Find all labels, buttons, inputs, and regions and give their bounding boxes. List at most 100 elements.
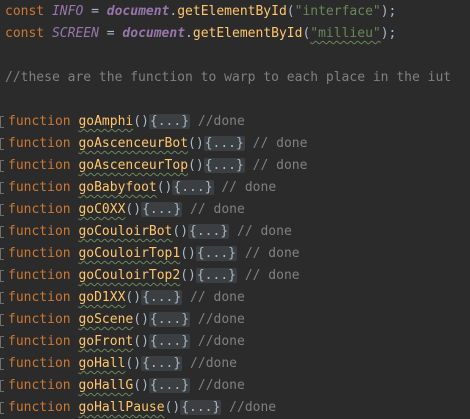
function-name: goAmphi: [78, 114, 134, 129]
function-keyword: function: [8, 224, 71, 239]
parens: (): [133, 378, 149, 393]
parens: (): [188, 158, 204, 173]
fold-marker-icon[interactable]: [0, 160, 4, 172]
constant-name: SCREEN: [51, 26, 99, 41]
function-line-goAscenceurBot[interactable]: function goAscenceurBot(){...} // done: [0, 133, 470, 155]
folded-body[interactable]: {...}: [188, 224, 230, 239]
parens: (): [180, 246, 196, 261]
fold-marker-icon[interactable]: [0, 248, 4, 260]
folded-body[interactable]: {...}: [195, 246, 237, 261]
done-comment: //done: [182, 356, 238, 371]
function-line-goFront[interactable]: function goFront(){...} //done: [0, 331, 470, 353]
done-comment: //done: [190, 334, 245, 349]
done-comment: //done: [190, 114, 245, 129]
code-line-comment[interactable]: //these are the function to warp to each…: [0, 67, 470, 89]
function-line-goAmphi[interactable]: function goAmphi(){...} //done: [0, 111, 470, 133]
fold-marker-icon[interactable]: [0, 292, 4, 304]
parens: (): [133, 312, 149, 327]
method-name: getElementById: [192, 26, 303, 41]
parens: (): [125, 290, 142, 305]
line-comment: //these are the function to warp to each…: [5, 70, 452, 85]
folded-body[interactable]: {...}: [148, 378, 191, 393]
function-line-goAscenceurTop[interactable]: function goAscenceurTop(){...} // done: [0, 155, 470, 177]
code-line-empty[interactable]: [0, 89, 470, 111]
string-argument: "interface": [294, 4, 381, 19]
fold-marker-icon[interactable]: [0, 138, 4, 150]
function-line-goD1XX[interactable]: function goD1XX(){...} // done: [0, 287, 470, 309]
done-comment: // done: [213, 180, 277, 195]
function-name: goScene: [78, 312, 134, 327]
parens: (): [156, 180, 173, 195]
function-keyword: function: [8, 246, 71, 261]
const-keyword: const: [5, 4, 45, 19]
function-name: goCouloirTop2: [78, 268, 181, 283]
function-line-goScene[interactable]: function goScene(){...} //done: [0, 309, 470, 331]
function-keyword: function: [8, 290, 71, 305]
done-comment: // done: [244, 136, 308, 151]
fold-marker-icon[interactable]: [0, 358, 4, 370]
folded-body[interactable]: {...}: [172, 180, 214, 195]
folded-body[interactable]: {...}: [148, 114, 191, 129]
folded-body[interactable]: {...}: [195, 268, 237, 283]
function-line-goHallG[interactable]: function goHallG(){...} //done: [0, 375, 470, 397]
folded-body[interactable]: {...}: [148, 312, 191, 327]
function-line-goCouloirTop2[interactable]: function goCouloirTop2(){...} // done: [0, 265, 470, 287]
fold-marker-icon[interactable]: [0, 314, 4, 326]
function-name: goHallPause: [78, 400, 165, 415]
function-keyword: function: [8, 312, 71, 327]
parens: (): [172, 224, 189, 239]
function-keyword: function: [8, 158, 71, 173]
function-line-goHall[interactable]: function goHall(){...} //done: [0, 353, 470, 375]
function-keyword: function: [8, 378, 71, 393]
function-list: function goAmphi(){...} //done function g…: [0, 111, 470, 419]
dot: .: [185, 26, 193, 41]
parens: (): [180, 268, 196, 283]
done-comment: // done: [244, 158, 308, 173]
folded-body[interactable]: {...}: [148, 334, 191, 349]
code-line-empty[interactable]: [0, 45, 470, 67]
parens: (): [188, 136, 204, 151]
folded-body[interactable]: {...}: [141, 356, 183, 371]
fold-marker-icon[interactable]: [0, 182, 4, 194]
function-line-goBabyfoot[interactable]: function goBabyfoot(){...} // done: [0, 177, 470, 199]
constant-name: INFO: [51, 4, 84, 19]
done-comment: //done: [190, 378, 245, 393]
fold-marker-icon[interactable]: [0, 336, 4, 348]
parens: (): [164, 400, 181, 415]
fold-marker-icon[interactable]: [0, 116, 4, 128]
fold-marker-icon[interactable]: [0, 380, 4, 392]
function-name: goD1XX: [78, 290, 126, 305]
fold-marker-icon[interactable]: [0, 226, 4, 238]
function-line-goC0XX[interactable]: function goC0XX(){...} // done: [0, 199, 470, 221]
function-line-goCouloirBot[interactable]: function goCouloirBot(){...} // done: [0, 221, 470, 243]
function-keyword: function: [8, 202, 71, 217]
parens: (): [133, 334, 149, 349]
function-keyword: function: [8, 114, 71, 129]
fold-marker-icon[interactable]: [0, 204, 4, 216]
done-comment: // done: [237, 246, 300, 261]
folded-body[interactable]: {...}: [141, 290, 183, 305]
folded-body[interactable]: {...}: [141, 202, 183, 217]
function-name: goC0XX: [78, 202, 126, 217]
fold-marker-icon[interactable]: [0, 270, 4, 282]
done-comment: //done: [190, 312, 245, 327]
function-name: goHallG: [78, 378, 134, 393]
done-comment: //done: [221, 400, 277, 415]
code-line-info[interactable]: const INFO = document.getElementById("in…: [0, 1, 470, 23]
function-line-goCouloirTop1[interactable]: function goCouloirTop1(){...} // done: [0, 243, 470, 265]
folded-body[interactable]: {...}: [203, 158, 245, 173]
function-keyword: function: [8, 136, 71, 151]
close-paren: );: [380, 26, 397, 41]
document-object: document: [122, 26, 186, 41]
done-comment: // done: [182, 290, 245, 305]
function-keyword: function: [8, 180, 71, 195]
function-line-goHallPause[interactable]: function goHallPause(){...} //done: [0, 397, 470, 419]
function-keyword: function: [8, 356, 71, 371]
fold-marker-icon[interactable]: [0, 402, 4, 414]
folded-body[interactable]: {...}: [180, 400, 222, 415]
function-name: goCouloirBot: [78, 224, 173, 239]
folded-body[interactable]: {...}: [203, 136, 245, 151]
document-object: document: [106, 4, 170, 19]
code-line-screen[interactable]: const SCREEN = document.getElementById("…: [0, 23, 470, 45]
code-editor[interactable]: const INFO = document.getElementById("in…: [0, 0, 470, 419]
